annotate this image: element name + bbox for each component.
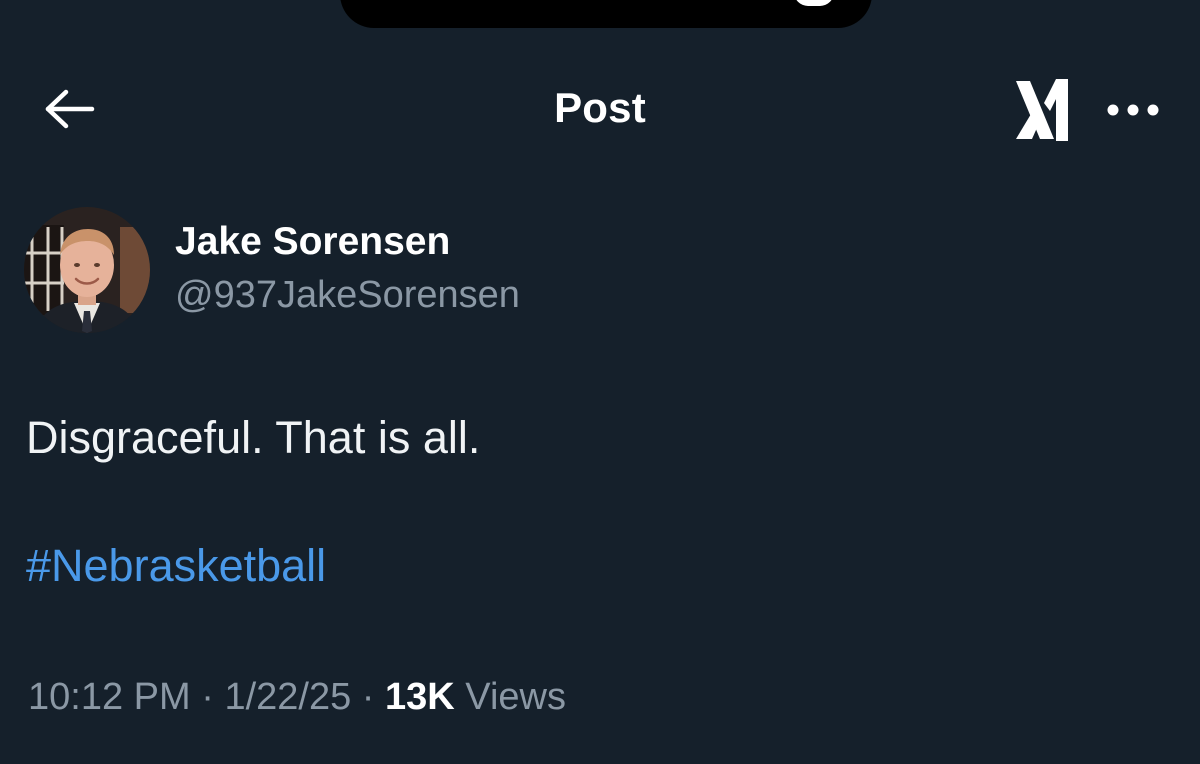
post-date[interactable]: 1/22/25: [224, 676, 351, 718]
grok-button[interactable]: [1004, 74, 1080, 146]
author-handle[interactable]: @937JakeSorensen: [175, 274, 520, 317]
device-notch: [340, 0, 872, 28]
meta-separator: ·: [361, 676, 375, 718]
post-time[interactable]: 10:12 PM: [28, 676, 191, 718]
avatar[interactable]: [24, 207, 150, 333]
grok-logo-icon: [1016, 79, 1068, 141]
top-navigation-bar: Post: [0, 60, 1200, 160]
more-horizontal-icon: [1107, 104, 1159, 116]
views-label: Views: [465, 676, 566, 718]
user-avatar-photo: [24, 207, 150, 333]
post-metadata: 10:12 PM · 1/22/25 · 13K Views: [28, 676, 566, 719]
post-text: Disgraceful. That is all.: [26, 412, 481, 463]
views-count[interactable]: 13K: [385, 676, 455, 718]
author-display-name[interactable]: Jake Sorensen: [175, 220, 450, 264]
meta-separator: ·: [201, 676, 214, 718]
hashtag-link[interactable]: #Nebrasketball: [26, 540, 326, 592]
notch-indicator: [794, 0, 834, 6]
more-options-button[interactable]: [1098, 88, 1168, 132]
